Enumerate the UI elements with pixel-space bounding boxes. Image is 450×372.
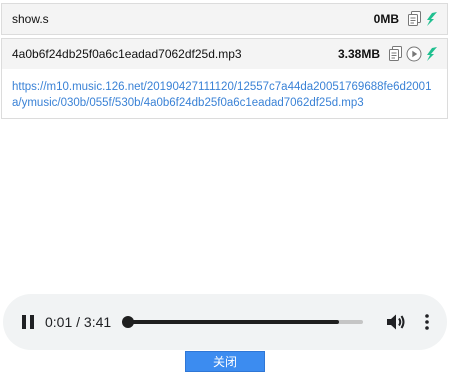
file-size: 0MB: [373, 12, 399, 26]
file-row: 4a0b6f24db25f0a6c1eadad7062df25d.mp3 3.3…: [2, 39, 447, 69]
copy-icon[interactable]: [408, 11, 422, 27]
pause-icon[interactable]: [21, 314, 35, 330]
seek-slider-thumb[interactable]: [122, 316, 135, 328]
file-name: 4a0b6f24db25f0a6c1eadad7062df25d.mp3: [12, 47, 242, 61]
file-panel-2: 4a0b6f24db25f0a6c1eadad7062df25d.mp3 3.3…: [1, 38, 448, 119]
play-icon[interactable]: [406, 46, 422, 62]
seek-slider-fill: [127, 320, 340, 324]
file-name: show.s: [12, 12, 49, 26]
close-button[interactable]: 关闭: [185, 351, 265, 372]
file-panel-1: show.s 0MB: [1, 3, 448, 35]
volume-icon[interactable]: [386, 313, 406, 331]
seek-slider[interactable]: [122, 316, 363, 328]
copy-icon[interactable]: [389, 46, 403, 62]
more-options-icon[interactable]: [425, 314, 429, 330]
playback-time: 0:01 / 3:41: [45, 314, 112, 330]
audio-player: 0:01 / 3:41: [3, 294, 447, 350]
file-row: show.s 0MB: [2, 4, 447, 34]
download-icon[interactable]: [425, 11, 439, 27]
file-size: 3.38MB: [337, 47, 380, 61]
file-url-link[interactable]: https://m10.music.126.net/20190427111120…: [2, 69, 447, 118]
download-icon[interactable]: [425, 46, 439, 62]
